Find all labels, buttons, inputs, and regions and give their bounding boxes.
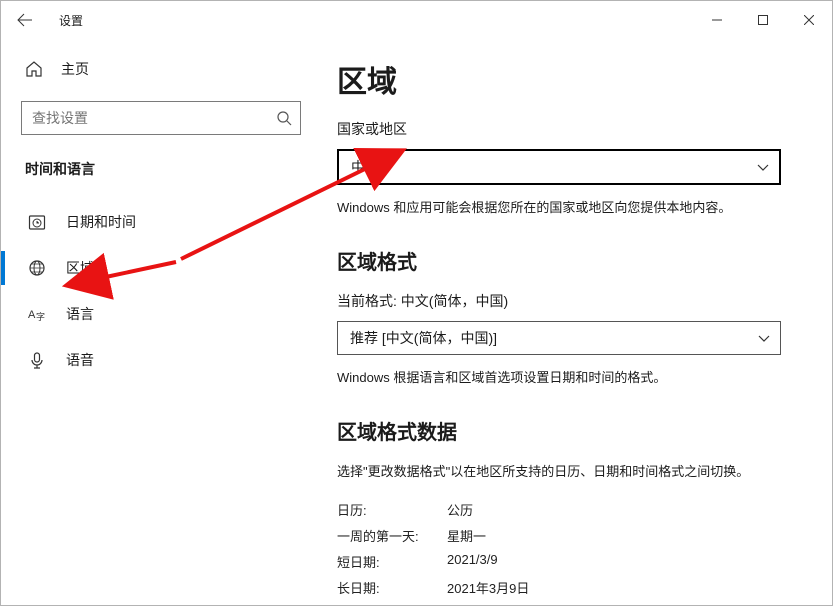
table-val: 公历 <box>447 500 810 519</box>
mic-icon <box>28 351 46 369</box>
table-val: 2021/3/9 <box>447 552 810 571</box>
format-dropdown[interactable]: 推荐 [中文(简体，中国)] <box>337 321 781 355</box>
globe-icon <box>28 259 46 277</box>
search-icon <box>268 102 300 134</box>
region-format-title: 区域格式 <box>337 246 810 275</box>
sidebar-item-label: 日期和时间 <box>66 212 136 232</box>
svg-text:A: A <box>28 309 36 321</box>
window-controls <box>694 1 832 39</box>
region-data-helper: 选择"更改数据格式"以在地区所支持的日历、日期和时间格式之间切换。 <box>337 461 810 480</box>
page-title: 区域 <box>337 57 810 101</box>
table-key: 短日期: <box>337 552 447 571</box>
minimize-button[interactable] <box>694 1 740 39</box>
search-input[interactable] <box>22 102 268 134</box>
window-title: 设置 <box>59 12 83 29</box>
table-key: 日历: <box>337 500 447 519</box>
home-button[interactable]: 主页 <box>1 51 337 87</box>
language-icon: A字 <box>28 305 46 323</box>
svg-text:字: 字 <box>36 311 45 322</box>
sidebar-item-label: 语言 <box>66 304 94 324</box>
table-key: 长日期: <box>337 578 447 597</box>
minimize-icon <box>712 15 722 25</box>
sidebar-item-region[interactable]: 区域 <box>1 245 337 291</box>
country-dropdown-value: 中国 <box>351 157 379 177</box>
sidebar-item-datetime[interactable]: 日期和时间 <box>1 199 337 245</box>
home-label: 主页 <box>61 59 89 79</box>
table-val: 2021年3月9日 <box>447 578 810 597</box>
sidebar: 主页 时间和语言 日期和时间 <box>1 39 337 605</box>
chevron-down-icon <box>758 332 770 344</box>
settings-window: 设置 主页 <box>0 0 833 606</box>
back-button[interactable] <box>9 4 41 36</box>
category-label: 时间和语言 <box>1 153 337 199</box>
table-key: 一周的第一天: <box>337 526 447 545</box>
back-arrow-icon <box>17 12 33 28</box>
country-helper: Windows 和应用可能会根据您所在的国家或地区向您提供本地内容。 <box>337 197 810 216</box>
table-key: 短时间: <box>337 604 447 605</box>
close-button[interactable] <box>786 1 832 39</box>
country-dropdown[interactable]: 中国 <box>337 149 781 185</box>
region-data-table: 日历: 公历 一周的第一天: 星期一 短日期: 2021/3/9 长日期: 20… <box>337 500 810 605</box>
table-val: 16:44 <box>447 604 810 605</box>
maximize-button[interactable] <box>740 1 786 39</box>
search-wrap <box>1 87 337 153</box>
current-format-label: 当前格式: 中文(简体，中国) <box>337 291 810 311</box>
sidebar-item-label: 区域 <box>66 258 94 278</box>
body: 主页 时间和语言 日期和时间 <box>1 39 832 605</box>
maximize-icon <box>758 15 768 25</box>
close-icon <box>804 15 814 25</box>
content: 区域 国家或地区 中国 Windows 和应用可能会根据您所在的国家或地区向您提… <box>337 39 832 605</box>
sidebar-item-speech[interactable]: 语音 <box>1 337 337 383</box>
home-icon <box>25 60 43 78</box>
search-box[interactable] <box>21 101 301 135</box>
clock-icon <box>28 213 46 231</box>
titlebar: 设置 <box>1 1 832 39</box>
nav-list: 日期和时间 区域 A字 语言 <box>1 199 337 383</box>
country-label: 国家或地区 <box>337 119 810 139</box>
chevron-down-icon <box>757 161 769 173</box>
format-helper: Windows 根据语言和区域首选项设置日期和时间的格式。 <box>337 367 810 386</box>
sidebar-item-language[interactable]: A字 语言 <box>1 291 337 337</box>
table-val: 星期一 <box>447 526 810 545</box>
titlebar-left: 设置 <box>9 4 83 36</box>
region-data-title: 区域格式数据 <box>337 416 810 445</box>
format-dropdown-value: 推荐 [中文(简体，中国)] <box>350 328 497 348</box>
sidebar-item-label: 语音 <box>66 350 94 370</box>
